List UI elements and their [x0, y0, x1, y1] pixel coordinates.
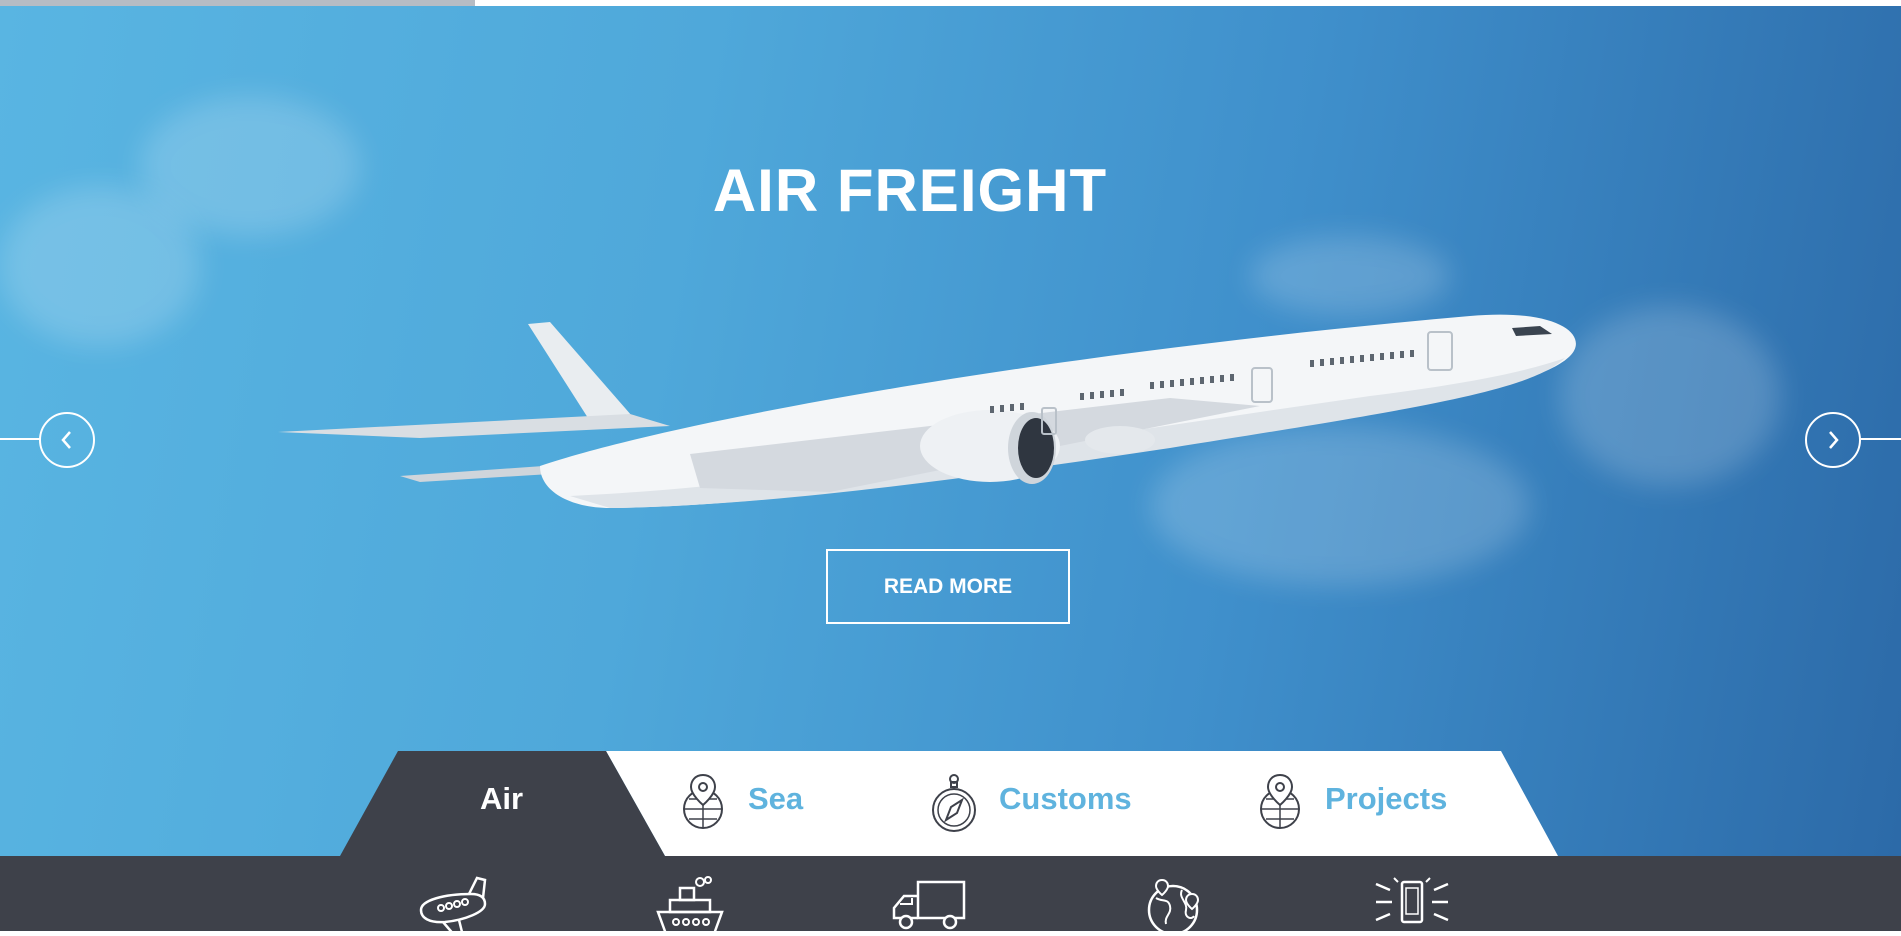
tab-projects[interactable]: Projects [1325, 781, 1447, 817]
tab-air[interactable]: Air [480, 781, 523, 817]
globe-pin-icon [683, 773, 723, 829]
slider-progress-fill [0, 0, 476, 6]
slide-title: AIR FREIGHT [712, 157, 1108, 224]
read-more-button[interactable]: READ MORE [826, 549, 1070, 624]
airplane-icon[interactable] [415, 876, 491, 936]
mobile-device-icon[interactable] [1374, 876, 1450, 936]
chevron-left-icon [61, 431, 71, 449]
truck-icon[interactable] [890, 876, 970, 936]
globe-pin-icon [1260, 773, 1300, 829]
tab-customs[interactable]: Customs [999, 781, 1132, 817]
prev-slide-button[interactable] [39, 412, 95, 468]
tab-sea[interactable]: Sea [748, 781, 803, 817]
next-slide-button[interactable] [1805, 412, 1861, 468]
next-arrow-line [1860, 438, 1901, 440]
chevron-right-icon [1829, 431, 1839, 449]
prev-arrow-line [0, 438, 40, 440]
service-tabs: Air Sea Customs Projects [0, 751, 1901, 856]
compass-icon [932, 774, 976, 832]
hero-slider: AIR FREIGHT READ MORE [0, 6, 1901, 856]
service-icons-band [0, 856, 1901, 936]
ship-icon[interactable] [652, 876, 728, 936]
airplane-image [278, 314, 1576, 508]
world-map-icon[interactable] [1138, 876, 1208, 936]
slider-progress-track [0, 0, 1901, 6]
